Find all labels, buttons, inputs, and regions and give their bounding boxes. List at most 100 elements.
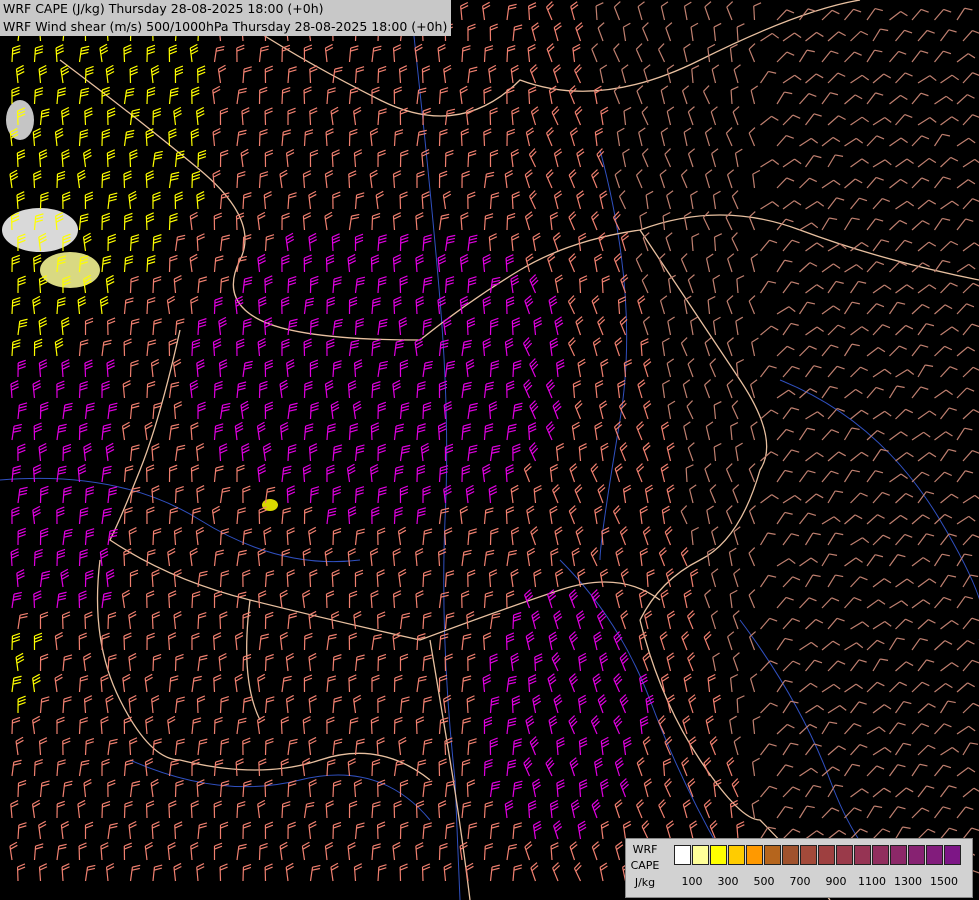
barb-shaft — [444, 530, 447, 546]
barb-shaft — [511, 320, 514, 336]
barb-shaft — [84, 362, 87, 378]
barb-shaft — [84, 68, 87, 84]
barb-shaft — [325, 593, 328, 609]
barb-shaft — [506, 215, 509, 231]
barb-shaft — [467, 152, 470, 168]
barb-shaft — [168, 215, 171, 231]
barb-shaft — [377, 68, 380, 84]
barb-shaft — [264, 278, 267, 294]
barb-shaft — [393, 299, 396, 315]
barb-shaft — [123, 173, 126, 189]
barb-shaft — [331, 236, 334, 252]
barb-shaft — [78, 551, 81, 567]
weather-map — [0, 0, 979, 900]
barb-shaft — [348, 425, 351, 441]
barb-shaft — [528, 89, 531, 105]
barb-shaft — [309, 110, 312, 126]
barb-shaft — [11, 341, 14, 357]
barb-shaft — [190, 131, 193, 147]
barb-shaft — [286, 488, 289, 504]
barb-shaft — [460, 131, 463, 147]
barb-shaft — [512, 362, 515, 378]
barb-shaft — [129, 152, 132, 168]
barb-shaft — [354, 320, 357, 336]
barb-shaft — [191, 593, 194, 609]
barb-shaft — [78, 383, 81, 399]
barb-shaft — [370, 257, 373, 273]
barb-shaft — [286, 530, 289, 546]
barb-shaft — [84, 614, 87, 630]
barb-shaft — [281, 89, 284, 105]
barb-shaft — [129, 278, 132, 294]
barb-shaft — [309, 404, 312, 420]
barb-shaft — [190, 467, 193, 483]
barb-shaft — [152, 278, 155, 294]
barb-shaft — [106, 152, 109, 168]
barb-shaft — [309, 68, 312, 84]
barb-shaft — [325, 257, 328, 273]
barb-shaft — [258, 593, 261, 609]
barb-shaft — [422, 572, 425, 588]
barb-shaft — [579, 278, 582, 294]
barb-shaft — [146, 89, 149, 105]
barb-shaft — [152, 530, 155, 546]
barb-shaft — [146, 257, 149, 273]
barb-shaft — [213, 383, 216, 399]
barb-shaft — [421, 68, 424, 84]
barb-shaft — [264, 236, 267, 252]
barb-shaft — [168, 593, 171, 609]
barb-shaft — [348, 173, 351, 189]
barb-shaft — [354, 488, 357, 504]
barb-shaft — [174, 488, 177, 504]
barb-shaft — [483, 47, 486, 63]
barb-shaft — [370, 425, 373, 441]
barb-shaft — [213, 299, 216, 315]
barb-shaft — [506, 47, 509, 63]
barb-shaft — [511, 194, 514, 210]
barb-shaft — [685, 467, 688, 483]
barb-shaft — [152, 236, 155, 252]
barb-shaft — [10, 551, 13, 567]
barb-shaft — [191, 341, 194, 357]
barb-shaft — [219, 530, 222, 546]
barb-shaft — [16, 152, 19, 168]
barb-shaft — [33, 257, 36, 273]
barb-shaft — [309, 488, 312, 504]
barb-shaft — [371, 215, 374, 231]
barb-shaft — [287, 446, 290, 462]
barb-shaft — [84, 110, 87, 126]
barb-shaft — [168, 131, 171, 147]
barb-shaft — [258, 299, 261, 315]
barb-shaft — [371, 383, 374, 399]
barb-shaft — [145, 173, 148, 189]
barb-shaft — [505, 509, 508, 525]
barb-shaft — [11, 299, 14, 315]
barb-shaft — [219, 446, 222, 462]
barb-shaft — [146, 383, 149, 399]
barb-shaft — [483, 131, 486, 147]
barb-shaft — [601, 278, 604, 294]
barb-shaft — [145, 215, 148, 231]
barb-shaft — [309, 572, 312, 588]
barb-shaft — [422, 404, 425, 420]
barb-shaft — [242, 194, 245, 210]
barb-shaft — [235, 215, 238, 231]
barb-shaft — [753, 5, 756, 21]
barb-shaft — [242, 236, 245, 252]
barb-shaft — [123, 47, 126, 63]
barb-shaft — [483, 89, 486, 105]
barb-shaft — [331, 572, 334, 588]
barb-shaft — [236, 173, 239, 189]
barb-shaft — [33, 173, 36, 189]
barb-shaft — [33, 551, 36, 567]
barb-shaft — [393, 509, 396, 525]
barb-shaft — [258, 131, 261, 147]
barb-shaft — [466, 320, 469, 336]
barb-shaft — [286, 572, 289, 588]
barb-shaft — [146, 299, 149, 315]
barb-shaft — [101, 173, 104, 189]
barb-shaft — [33, 593, 36, 609]
barb-shaft — [197, 320, 200, 336]
barb-shaft — [129, 362, 132, 378]
barb-shaft — [331, 152, 334, 168]
